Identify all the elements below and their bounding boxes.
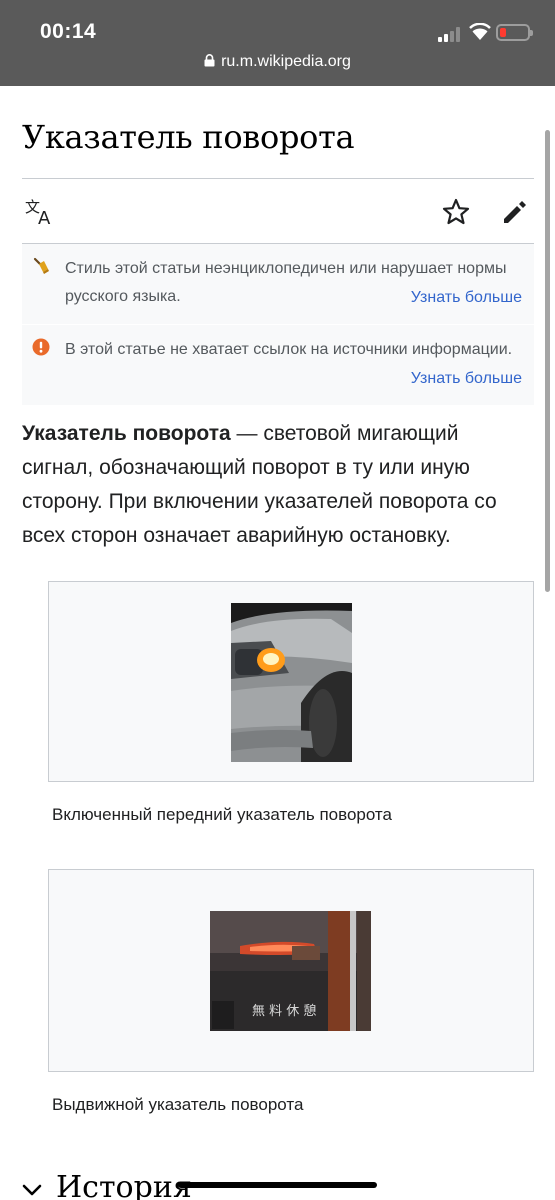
broom-icon: [32, 257, 50, 275]
sources-notice: В этой статье не хватает ссылок на источ…: [22, 325, 534, 405]
figure-frame: [48, 581, 534, 782]
semaphore-indicator-image[interactable]: 無 料 休 憩: [210, 911, 371, 1031]
battery-icon: [496, 24, 533, 41]
page-title: Указатель поворота: [22, 118, 355, 156]
status-time: 00:14: [40, 20, 97, 43]
figure-caption: Выдвижной указатель поворота: [52, 1095, 304, 1114]
chevron-down-icon: [22, 1180, 42, 1200]
wifi-icon: [469, 22, 491, 41]
learn-more-link[interactable]: Узнать больше: [411, 370, 522, 388]
lead-paragraph: Указатель поворота — световой мигающий с…: [22, 417, 534, 553]
watch-star-icon[interactable]: [441, 197, 471, 227]
lock-icon: [204, 54, 215, 67]
home-indicator[interactable]: [178, 1182, 377, 1188]
warning-icon: [32, 338, 50, 356]
language-icon[interactable]: 文 A: [24, 197, 56, 229]
browser-top-bar: 00:14 ru.m.wikipedia.org: [0, 0, 555, 86]
figure-caption: Включенный передний указатель поворота: [52, 805, 392, 824]
lead-term: Указатель поворота: [22, 422, 231, 445]
svg-text:A: A: [38, 208, 51, 227]
notice-text: В этой статье не хватает ссылок на источ…: [65, 341, 513, 358]
svg-text:無 料 休 憩: 無 料 休 憩: [252, 1003, 316, 1019]
title-divider: [22, 178, 534, 179]
car-turn-signal-image[interactable]: [231, 603, 352, 762]
edit-pencil-icon[interactable]: [500, 197, 530, 227]
learn-more-link[interactable]: Узнать больше: [411, 289, 522, 307]
url-bar[interactable]: ru.m.wikipedia.org: [0, 53, 555, 71]
cellular-signal-icon: [438, 27, 464, 42]
page-scrollbar[interactable]: [545, 130, 550, 592]
figure-frame: 無 料 休 憩: [48, 869, 534, 1072]
url-text: ru.m.wikipedia.org: [221, 53, 351, 70]
style-notice: Стиль этой статьи неэнциклопедичен или н…: [22, 244, 534, 324]
section-heading: История: [56, 1170, 192, 1200]
